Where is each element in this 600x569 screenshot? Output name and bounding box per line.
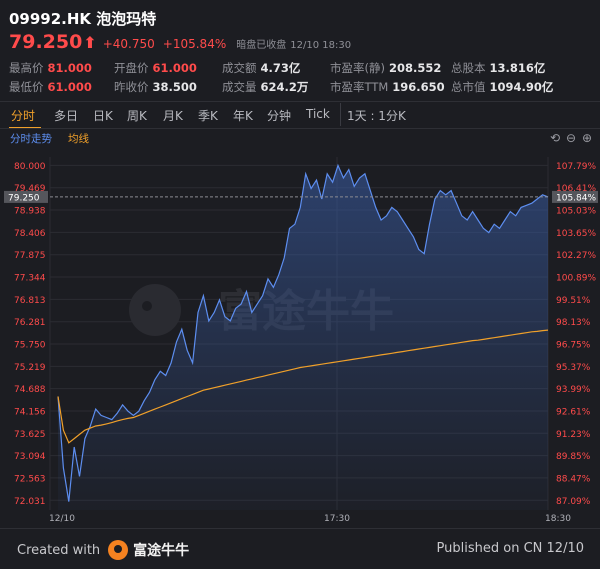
tab-minute[interactable]: 分钟	[267, 107, 291, 124]
stat-low: 最低价 61.000	[9, 80, 92, 94]
y-tick-right: 92.61%	[556, 407, 591, 417]
tab-tick[interactable]: Tick	[306, 107, 330, 121]
y-tick-left: 74.688	[14, 385, 46, 395]
y-tick-right: 103.65%	[556, 229, 596, 239]
stat-volume: 成交量 624.2万	[222, 80, 309, 94]
x-tick: 18:30	[545, 514, 571, 524]
market-status: 暗盘已收盘	[236, 40, 287, 51]
tab-intraday[interactable]: 分时	[11, 107, 35, 124]
x-tick: 12/10	[49, 514, 75, 524]
period-selector[interactable]: 1天 : 1分K	[347, 107, 406, 124]
y-tick-right: 105.03%	[556, 207, 596, 217]
tab-separator	[340, 103, 341, 126]
intraday-chart: 富途牛牛 80.00079.46978.93878.40677.87577.34…	[4, 157, 598, 524]
chart-tabs: 分时 多日 日K 周K 月K 季K 年K 分钟 Tick 1天 : 1分K	[0, 103, 600, 129]
y-tick-left: 73.625	[14, 430, 46, 440]
stock-title: 09992.HK 泡泡玛特	[9, 10, 157, 28]
legend-price: 分时走势	[10, 133, 52, 145]
y-tick-left: 75.750	[14, 341, 46, 351]
price-change-pct: +105.84%	[162, 37, 227, 51]
y-tick-left: 76.281	[14, 318, 46, 328]
y-tick-right: 89.85%	[556, 452, 591, 462]
stat-prev-close: 昨收价 38.500	[114, 80, 197, 94]
created-with-label: Created with	[17, 542, 101, 558]
published-date: Published on CN 12/10	[436, 541, 584, 556]
stat-turnover: 成交额 4.73亿	[222, 61, 301, 75]
current-price: 79.250	[9, 31, 83, 53]
price-change: +40.750	[102, 37, 155, 51]
tab-weekly-k[interactable]: 周K	[127, 107, 147, 124]
y-tick-left: 77.344	[14, 274, 46, 284]
tab-yearly-k[interactable]: 年K	[233, 107, 253, 124]
x-tick: 17:30	[324, 514, 350, 524]
y-tick-right: 107.79%	[556, 162, 596, 172]
tab-daily-k[interactable]: 日K	[93, 107, 113, 124]
reset-icon[interactable]: ⟲	[550, 131, 560, 145]
stat-total-shares: 总股本 13.816亿	[451, 61, 546, 75]
stat-pe-ttm: 市盈率TTM 196.650	[330, 80, 445, 94]
y-tick-left: 73.094	[14, 452, 46, 462]
stat-high: 最高价 81.000	[9, 61, 92, 75]
y-tick-right: 87.09%	[556, 497, 591, 507]
y-tick-right: 102.27%	[556, 251, 596, 261]
y-tick-left: 72.031	[14, 497, 46, 507]
y-tick-left: 75.219	[14, 363, 46, 373]
current-pct-tag: 105.84%	[556, 193, 596, 203]
y-tick-left: 76.813	[14, 296, 46, 306]
y-tick-left: 72.563	[14, 474, 46, 484]
y-axis-right: 107.79%106.41%105.03%103.65%102.27%100.8…	[556, 162, 596, 507]
divider	[0, 528, 600, 529]
divider	[0, 128, 600, 129]
tab-multi-day[interactable]: 多日	[54, 107, 78, 124]
zoom-in-icon[interactable]: ⊕	[582, 131, 592, 145]
footer-created-with: Created with 富途牛牛	[17, 540, 189, 560]
y-tick-right: 96.75%	[556, 341, 591, 351]
y-tick-left: 78.406	[14, 229, 46, 239]
x-axis: 12/10 17:30 18:30	[49, 514, 571, 524]
price-line: 79.250 ⬆ +40.750 +105.84% 暗盘已收盘 12/10 18…	[9, 31, 351, 53]
y-tick-left: 80.000	[14, 162, 46, 172]
up-arrow-icon: ⬆	[83, 33, 97, 52]
legend-avg: 均线	[68, 133, 89, 145]
y-tick-right: 100.89%	[556, 274, 596, 284]
stat-market-cap: 总市值 1094.90亿	[451, 80, 554, 94]
y-tick-left: 78.938	[14, 207, 46, 217]
y-tick-right: 98.13%	[556, 318, 591, 328]
y-tick-left: 74.156	[14, 407, 46, 417]
y-tick-right: 88.47%	[556, 474, 591, 484]
y-tick-right: 95.37%	[556, 363, 591, 373]
divider	[0, 101, 600, 102]
y-axis-left: 80.00079.46978.93878.40677.87577.34476.8…	[14, 162, 46, 507]
y-tick-right: 93.99%	[556, 385, 591, 395]
stat-pe-static: 市盈率(静) 208.552	[330, 61, 442, 75]
status-timestamp: 12/10 18:30	[290, 40, 352, 51]
current-price-tag: 79.250	[8, 193, 40, 203]
futu-logo-icon	[108, 540, 129, 560]
tab-monthly-k[interactable]: 月K	[163, 107, 183, 124]
brand-name: 富途牛牛	[133, 543, 190, 559]
tab-quarterly-k[interactable]: 季K	[198, 107, 218, 124]
y-tick-right: 99.51%	[556, 296, 591, 306]
stock-chart-card: 09992.HK 泡泡玛特 79.250 ⬆ +40.750 +105.84% …	[0, 0, 600, 569]
price-area	[58, 165, 548, 510]
y-tick-left: 77.875	[14, 251, 46, 261]
zoom-out-icon[interactable]: ⊖	[566, 131, 576, 145]
stat-open: 开盘价 61.000	[114, 61, 197, 75]
y-tick-right: 91.23%	[556, 430, 591, 440]
